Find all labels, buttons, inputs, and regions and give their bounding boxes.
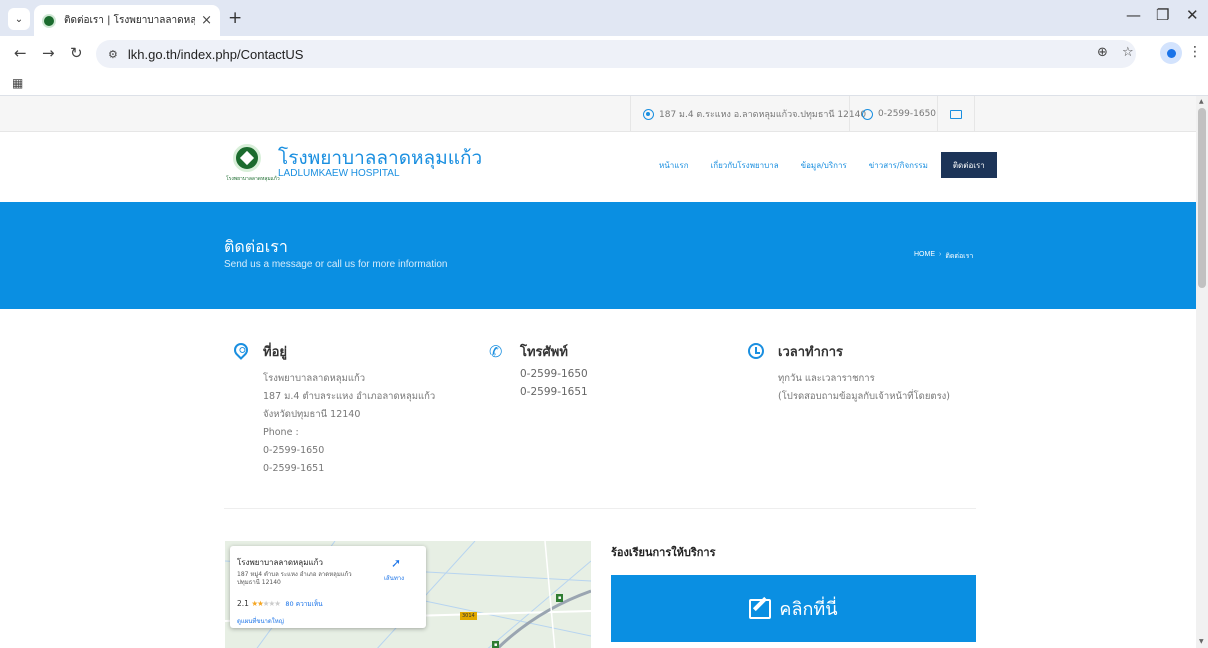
tab-search-button[interactable]: ⌄	[8, 8, 30, 30]
topbar-email[interactable]	[937, 96, 975, 132]
map-reviews-link[interactable]: 80 ความเห็น	[285, 600, 322, 608]
larger-map-link[interactable]: ดูแผนที่ขนาดใหญ่	[237, 616, 284, 626]
scroll-down-icon[interactable]: ▼	[1199, 638, 1204, 645]
active-tab[interactable]: ติดต่อเรา | โรงพยาบาลลาดหลุมแก้ว ×	[34, 5, 220, 36]
envelope-icon	[950, 109, 962, 119]
restore-icon[interactable]: ❐	[1156, 6, 1169, 24]
tab-title: ติดต่อเรา | โรงพยาบาลลาดหลุมแก้ว	[64, 15, 196, 26]
contact-topbar: 187 ม.4 ต.ระแหง อ.ลาดหลุมแก้วจ.ปทุมธานี …	[0, 96, 1196, 132]
address-line: 0-2599-1650	[263, 445, 325, 456]
address-line: 0-2599-1651	[263, 463, 325, 474]
page-hero: ติดต่อเรา Send us a message or call us f…	[0, 202, 1196, 309]
url-text[interactable]: lkh.go.th/index.php/ContactUS	[128, 47, 304, 62]
reload-icon[interactable]: ↻	[70, 44, 83, 62]
breadcrumb: HOME › ติดต่อเรา	[914, 251, 973, 262]
hours-heading: เวลาทำการ	[778, 345, 844, 360]
map-rating-value: 2.1	[237, 599, 249, 608]
map-place-card: โรงพยาบาลลาดหลุมแก้ว 187 หมู่4 ตำบล ระแห…	[230, 546, 426, 628]
breadcrumb-current: ติดต่อเรา	[945, 253, 974, 260]
page-scrollbar[interactable]: ▲ ▼	[1196, 96, 1208, 648]
location-dot-icon	[643, 108, 654, 120]
edit-icon	[749, 598, 772, 619]
logo-name-en[interactable]: LADLUMKAEW HOSPITAL	[278, 168, 400, 179]
forward-icon[interactable]: →	[42, 44, 55, 62]
page-subtitle: Send us a message or call us for more in…	[224, 259, 448, 270]
clock-icon	[747, 342, 765, 360]
nav-services[interactable]: ข้อมูล/บริการ	[790, 152, 858, 178]
road-marker-icon: ▪	[556, 594, 564, 602]
browser-menu-icon[interactable]: ⋮	[1188, 44, 1202, 60]
embedded-map[interactable]: 3014 ▪ ▪ โรงพยาบาลลาดหลุมแก้ว 187 หมู่4 …	[225, 541, 591, 648]
star-icon: ★	[274, 599, 281, 608]
address-heading: ที่อยู่	[263, 345, 287, 360]
nav-news[interactable]: ข่าวสาร/กิจกรรม	[858, 152, 939, 178]
address-line: โรงพยาบาลลาดหลุมแก้ว	[263, 373, 366, 384]
address-line: 187 ม.4 ตำบลระแหง อำเภอลาดหลุมแก้ว	[263, 391, 436, 402]
address-line: จังหวัดปทุมธานี 12140	[263, 409, 361, 420]
directions-label[interactable]: เส้นทาง	[384, 573, 404, 583]
hours-line: (โปรดสอบถามข้อมูลกับเจ้าหน้าที่โดยตรง)	[778, 391, 951, 402]
new-tab-icon[interactable]: +	[228, 8, 242, 28]
nav-contact[interactable]: ติดต่อเรา	[940, 152, 997, 178]
apps-grid-icon[interactable]: ▦	[12, 76, 23, 90]
close-window-icon[interactable]: ✕	[1186, 6, 1199, 24]
nav-about[interactable]: เกี่ยวกับโรงพยาบาล	[700, 152, 790, 178]
complaint-button[interactable]: คลิกที่นี่	[611, 575, 976, 642]
hospital-logo-icon[interactable]	[233, 144, 261, 172]
address-line: Phone :	[263, 427, 299, 438]
page-title: ติดต่อเรา	[224, 237, 288, 256]
whatsapp-icon	[862, 108, 873, 120]
complaint-title: ร้องเรียนการให้บริการ	[611, 546, 716, 559]
main-nav: หน้าแรก เกี่ยวกับโรงพยาบาล ข้อมูล/บริการ…	[648, 152, 997, 178]
back-icon[interactable]: ←	[14, 44, 27, 62]
zoom-icon[interactable]: ⊕	[1097, 45, 1108, 60]
site-header: โรงพยาบาลลาดหลุมแก้ว โรงพยาบาลลาดหลุมแก้…	[0, 132, 1196, 202]
phone-heading: โทรศัพท์	[520, 345, 568, 360]
address-bar[interactable]: ⚙ lkh.go.th/index.php/ContactUS	[96, 40, 1136, 68]
address-lines: โรงพยาบาลลาดหลุมแก้ว 187 ม.4 ตำบลระแหง อ…	[263, 370, 435, 478]
logo-small-text: โรงพยาบาลลาดหลุมแก้ว	[226, 176, 280, 182]
complaint-button-label: คลิกที่นี่	[779, 599, 838, 620]
site-info-icon[interactable]: ⚙	[108, 48, 118, 61]
map-pin-icon	[231, 340, 251, 360]
page-viewport: 187 ม.4 ต.ระแหง อ.ลาดหลุมแก้วจ.ปทุมธานี …	[0, 96, 1196, 648]
profile-avatar-icon[interactable]	[1160, 42, 1182, 64]
bookmark-star-icon[interactable]: ☆	[1122, 45, 1134, 60]
minimize-icon[interactable]: —	[1126, 6, 1141, 24]
breadcrumb-home[interactable]: HOME	[914, 251, 935, 262]
map-place-address: 187 หมู่4 ตำบล ระแหง อำเภอ ลาดหลุมแก้ว ป…	[237, 571, 352, 586]
hours-lines: ทุกวัน และเวลาราชการ (โปรดสอบถามข้อมูลกั…	[778, 370, 950, 406]
topbar-phone[interactable]: 0-2599-1650	[849, 96, 948, 132]
road-badge: 3014	[460, 612, 477, 620]
topbar-address: 187 ม.4 ต.ระแหง อ.ลาดหลุมแก้วจ.ปทุมธานี …	[630, 96, 878, 132]
breadcrumb-separator-icon: ›	[939, 251, 942, 258]
star-rating-icon: ★★★★★	[251, 599, 281, 608]
road-marker-icon: ▪	[492, 641, 500, 648]
phone-icon: ✆	[489, 342, 503, 361]
phone-lines: 0-2599-1650 0-2599-1651	[520, 365, 588, 401]
scroll-thumb[interactable]	[1198, 108, 1206, 288]
scroll-up-icon[interactable]: ▲	[1199, 98, 1204, 105]
phone-number[interactable]: 0-2599-1651	[520, 383, 588, 401]
site-favicon-icon	[42, 13, 56, 28]
topbar-address-text: 187 ม.4 ต.ระแหง อ.ลาดหลุมแก้วจ.ปทุมธานี …	[659, 110, 867, 120]
map-place-name: โรงพยาบาลลาดหลุมแก้ว	[237, 558, 323, 567]
bookmarks-bar: ▦	[0, 72, 1208, 96]
tab-close-icon[interactable]: ×	[201, 13, 212, 28]
directions-icon[interactable]: ➚	[391, 556, 401, 570]
topbar-phone-text: 0-2599-1650	[878, 109, 937, 119]
nav-home[interactable]: หน้าแรก	[648, 152, 700, 178]
phone-number[interactable]: 0-2599-1650	[520, 365, 588, 383]
tab-strip: ⌄ ติดต่อเรา | โรงพยาบาลลาดหลุมแก้ว × + —…	[0, 0, 1208, 36]
section-divider	[224, 508, 976, 509]
hours-line: ทุกวัน และเวลาราชการ	[778, 373, 875, 384]
map-rating: 2.1 ★★★★★ 80 ความเห็น	[237, 599, 323, 609]
